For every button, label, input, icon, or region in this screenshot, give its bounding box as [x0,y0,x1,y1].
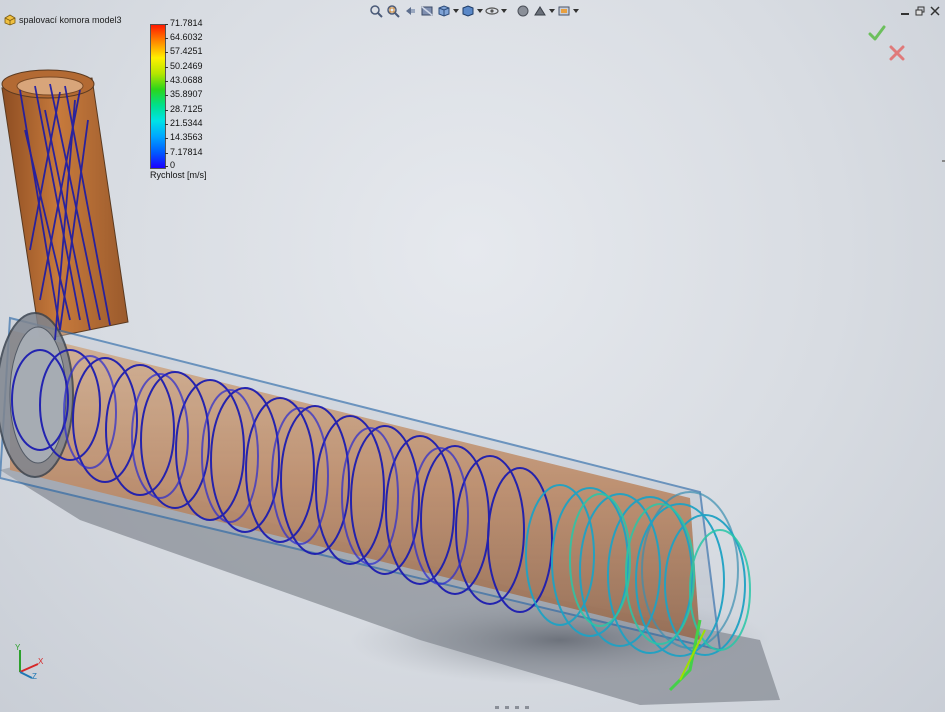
legend-label: 21.5344 [170,118,203,128]
graphics-viewport[interactable]: spalovací komora model3 71.7814 64.6032 … [0,0,945,712]
legend-label: 7.17814 [170,147,203,157]
chevron-down-icon [549,9,555,13]
window-controls [899,5,941,17]
zoom-to-area-button[interactable] [385,3,401,19]
green-check-icon [868,25,886,41]
legend-tick [165,138,168,139]
legend-label: 64.6032 [170,32,203,42]
apply-scene-icon [534,6,546,16]
restore-button[interactable] [914,5,926,17]
legend-tick [165,110,168,111]
previous-view-button[interactable] [402,3,418,19]
legend-tick [165,153,168,154]
legend-label: 57.4251 [170,46,203,56]
chevron-down-icon [501,9,507,13]
zoom-to-fit-button[interactable] [368,3,384,19]
chevron-down-icon [573,9,579,13]
legend-label: 35.8907 [170,89,203,99]
legend-label: 43.0688 [170,75,203,85]
velocity-legend[interactable]: 71.7814 64.6032 57.4251 50.2469 43.0688 … [148,18,218,185]
legend-tick [165,24,168,25]
triad-z-label: Z [32,672,37,680]
part-icon [4,14,16,26]
legend-tick [165,38,168,39]
confirmation-corner [867,24,907,68]
view-orientation-button[interactable] [436,3,452,19]
legend-label: 28.7125 [170,104,203,114]
display-style-button[interactable] [460,3,476,19]
minimize-button[interactable] [899,5,911,17]
document-title-text: spalovací komora model3 [19,15,122,25]
display-style-icon [462,5,474,17]
legend-tick [165,52,168,53]
section-view-icon [421,6,433,16]
legend-tick [165,67,168,68]
display-style-dropdown[interactable] [477,3,483,19]
hide-show-items-icon [485,7,499,15]
view-orientation-dropdown[interactable] [453,3,459,19]
legend-label: 14.3563 [170,132,203,142]
apply-scene-dropdown[interactable] [549,3,555,19]
heads-up-view-toolbar [368,2,579,20]
cancel-button[interactable] [887,44,907,62]
legend-tick [165,166,168,167]
legend-color-bar [150,24,166,169]
view-settings-dropdown[interactable] [573,3,579,19]
red-x-icon [889,45,905,61]
legend-label: 0 [170,160,176,170]
hide-show-items-button[interactable] [484,3,500,19]
document-title[interactable]: spalovací komora model3 [4,14,122,26]
edit-appearance-button[interactable] [515,3,531,19]
view-orientation-icon [438,5,450,17]
legend-tick [165,81,168,82]
apply-scene-button[interactable] [532,3,548,19]
section-view-button[interactable] [419,3,435,19]
minimize-icon [901,13,909,15]
view-settings-icon [558,6,570,16]
triad-y-label: Y [15,643,21,652]
legend-label: 71.7814 [170,18,203,28]
bottom-scroll-marks [495,706,529,709]
close-button[interactable] [929,5,941,17]
3d-model-view[interactable] [0,0,945,712]
chevron-down-icon [453,9,459,13]
legend-tick [165,124,168,125]
view-settings-button[interactable] [556,3,572,19]
triad-x-label: X [38,657,44,666]
chevron-down-icon [477,9,483,13]
zoom-to-fit-icon [370,5,383,18]
hide-show-dropdown[interactable] [501,3,507,19]
close-icon [930,6,940,16]
previous-view-icon [406,7,415,15]
reference-triad[interactable]: Y X Z [12,642,46,680]
legend-title: Rychlost [m/s] [150,170,207,180]
restore-icon [915,6,925,16]
zoom-to-area-icon [387,5,400,18]
edit-appearance-icon [517,5,529,17]
legend-tick [165,95,168,96]
legend-label: 50.2469 [170,61,203,71]
ok-button[interactable] [867,24,887,42]
